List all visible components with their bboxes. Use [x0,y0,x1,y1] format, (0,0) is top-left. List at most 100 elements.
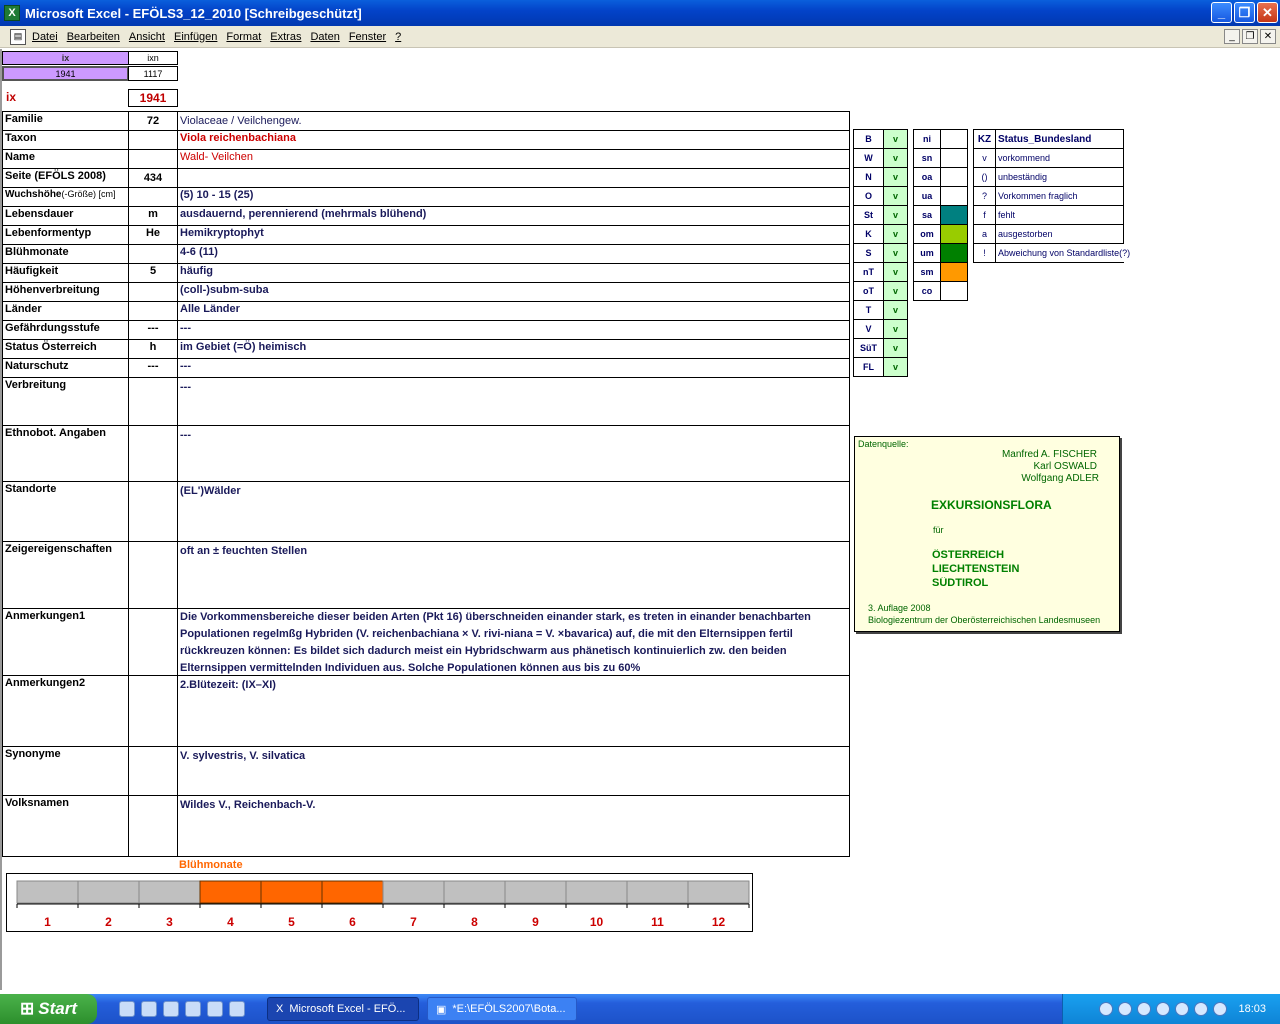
cell-ix-value[interactable]: 1941 [2,66,129,81]
menu-daten[interactable]: Daten [310,31,339,43]
row-value[interactable] [177,168,850,188]
task-excel[interactable]: X Microsoft Excel - EFÖ... [267,997,419,1021]
row-label[interactable]: Wuchshöhe (-Größe) [cm] [2,187,129,207]
row-value[interactable]: ausdauernd, perennierend (mehrmals blühe… [177,206,850,226]
close-button[interactable]: ✕ [1257,2,1278,23]
state-code[interactable]: N [853,167,884,187]
state-code[interactable]: V [853,319,884,339]
state-value[interactable]: v [883,338,908,358]
shield-icon[interactable] [1156,1002,1171,1016]
row-label[interactable]: Naturschutz [2,358,129,378]
row-label[interactable]: Ethnobot. Angaben [2,425,129,482]
row-number[interactable] [128,187,178,207]
row-number[interactable] [128,301,178,321]
row-label[interactable]: Synonyme [2,746,129,796]
legend-label[interactable]: ausgestorben [995,224,1124,244]
state-value[interactable]: v [883,186,908,206]
task-explorer[interactable]: ▣ *E:\EFÖLS2007\Bota... [427,997,577,1021]
row-value[interactable]: --- [177,377,850,426]
menu-einfuegen[interactable]: Einfügen [174,31,217,43]
row-value[interactable]: --- [177,358,850,378]
row-number[interactable] [128,130,178,150]
altitude-color[interactable] [940,148,968,168]
altitude-color[interactable] [940,262,968,282]
volume-icon[interactable] [1175,1002,1190,1016]
legend-label[interactable]: fehlt [995,205,1124,225]
altitude-code[interactable]: ni [913,129,941,149]
row-label[interactable]: Taxon [2,130,129,150]
row-value[interactable]: Viola reichenbachiana [177,130,850,150]
document-icon[interactable]: ▤ [10,28,26,45]
row-value[interactable]: (EL')Wälder [177,481,850,542]
state-code[interactable]: St [853,205,884,225]
row-label[interactable]: Familie [2,111,129,131]
row-number[interactable]: h [128,339,178,359]
network-icon[interactable] [1099,1002,1114,1016]
row-label[interactable]: Blühmonate [2,244,129,264]
state-value[interactable]: v [883,224,908,244]
state-value[interactable]: v [883,205,908,225]
row-number[interactable] [128,746,178,796]
state-value[interactable]: v [883,129,908,149]
row-number[interactable] [128,481,178,542]
update-icon[interactable] [1213,1002,1228,1016]
state-value[interactable]: v [883,300,908,320]
desktop-icon[interactable] [119,1001,135,1017]
row-value[interactable]: Violaceae / Veilchengew. [177,111,850,131]
legend-code[interactable]: v [973,148,996,168]
row-label[interactable]: Name [2,149,129,169]
altitude-color[interactable] [940,281,968,301]
menu-format[interactable]: Format [226,31,261,43]
altitude-code[interactable]: om [913,224,941,244]
state-value[interactable]: v [883,281,908,301]
menu-ansicht[interactable]: Ansicht [129,31,165,43]
state-code[interactable]: B [853,129,884,149]
row-number[interactable] [128,425,178,482]
start-button[interactable]: ⊞ Start [0,994,97,1024]
state-code[interactable]: W [853,148,884,168]
row-number[interactable] [128,675,178,747]
row-number[interactable]: --- [128,358,178,378]
row-value[interactable]: (5) 10 - 15 (25) [177,187,850,207]
media-player-icon[interactable] [163,1001,179,1017]
state-value[interactable]: v [883,243,908,263]
state-code[interactable]: oT [853,281,884,301]
state-code[interactable]: S [853,243,884,263]
altitude-code[interactable]: ua [913,186,941,206]
legend-code[interactable]: a [973,224,996,244]
state-code[interactable]: K [853,224,884,244]
security-icon[interactable] [1118,1002,1133,1016]
state-code[interactable]: nT [853,262,884,282]
state-value[interactable]: v [883,262,908,282]
row-label[interactable]: Häufigkeit [2,263,129,283]
legend-code[interactable]: ? [973,186,996,206]
legend-label[interactable]: Abweichung von Standardliste(?) [995,243,1130,263]
restore-button[interactable]: ❐ [1234,2,1255,23]
row-number[interactable] [128,377,178,426]
state-code[interactable]: FL [853,357,884,377]
row-label[interactable]: Lebenformentyp [2,225,129,245]
row-value[interactable]: im Gebiet (=Ö) heimisch [177,339,850,359]
altitude-code[interactable]: oa [913,167,941,187]
row-label[interactable]: Lebensdauer [2,206,129,226]
cell-ixn-value[interactable]: 1117 [128,66,178,81]
altitude-color[interactable] [940,167,968,187]
legend-label[interactable]: vorkommend [995,148,1124,168]
row-value[interactable]: häufig [177,263,850,283]
altitude-code[interactable]: sm [913,262,941,282]
row-label[interactable]: Anmerkungen1 [2,608,129,676]
row-label[interactable]: Höhenverbreitung [2,282,129,302]
menu-datei[interactable]: Datei [32,31,58,43]
doc-close-button[interactable]: ✕ [1260,29,1276,44]
row-label[interactable]: Gefährdungsstufe [2,320,129,340]
cell-ixn-header[interactable]: ixn [128,51,178,65]
row-label[interactable]: Verbreitung [2,377,129,426]
state-value[interactable]: v [883,148,908,168]
row-value[interactable]: 2.Blütezeit: (IX–XI) [177,675,850,747]
row-value[interactable]: Alle Länder [177,301,850,321]
row-number[interactable]: 72 [128,111,178,131]
state-value[interactable]: v [883,167,908,187]
row-value[interactable]: Wildes V., Reichenbach-V. [177,795,850,857]
explorer-icon[interactable] [141,1001,157,1017]
state-code[interactable]: O [853,186,884,206]
